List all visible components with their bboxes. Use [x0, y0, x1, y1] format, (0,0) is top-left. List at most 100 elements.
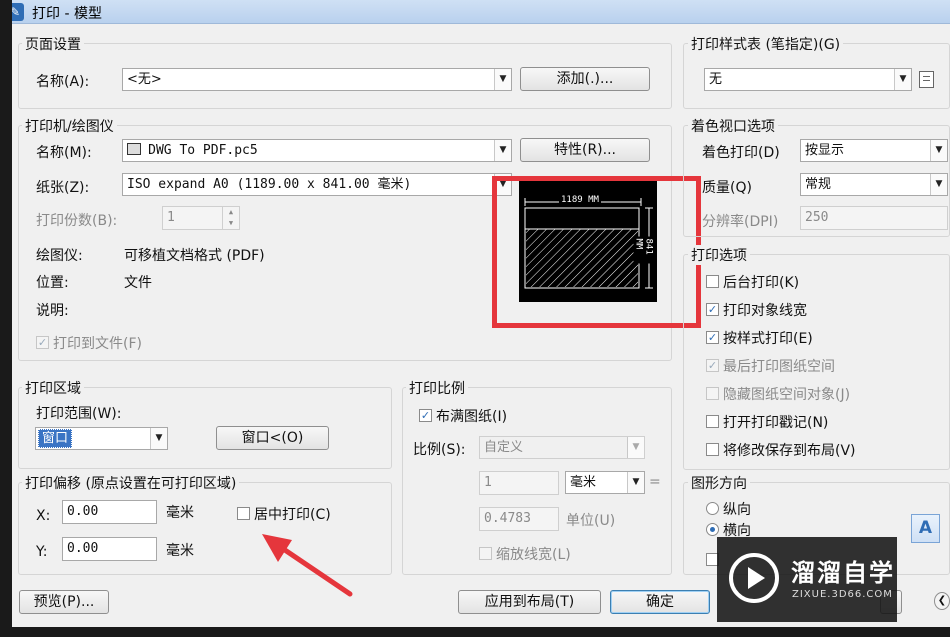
center-plot-checkbox[interactable]: [237, 507, 250, 520]
scale-unit-label: 单位(U): [566, 513, 616, 529]
add-page-setup-button[interactable]: 添加(.)...: [520, 67, 650, 91]
quality-select[interactable]: 常规 ▼: [800, 173, 948, 196]
shade-plot-select[interactable]: 按显示 ▼: [800, 139, 948, 162]
preview-button[interactable]: 预览(P)...: [19, 590, 109, 614]
offset-y-input[interactable]: 0.00: [62, 537, 157, 561]
shaded-viewport-legend: 着色视口选项: [688, 116, 778, 136]
watermark-logo-icon: [729, 553, 779, 603]
scale-unit-select[interactable]: 毫米 ▼: [565, 471, 645, 494]
chevron-down-icon[interactable]: ▼: [494, 69, 511, 90]
dpi-input[interactable]: 250: [800, 206, 948, 230]
plot-paperspace-last-label: 最后打印图纸空间: [723, 359, 835, 375]
edit-style-icon[interactable]: [919, 71, 934, 88]
page-setup-name-label: 名称(A):: [36, 74, 90, 90]
window-select-button[interactable]: 窗口<(O): [216, 426, 329, 450]
page-setup-name-select[interactable]: <无> ▼: [122, 68, 512, 91]
printer-name-select[interactable]: DWG To PDF.pc5 ▼: [122, 139, 512, 162]
chevron-down-icon[interactable]: ▼: [627, 472, 644, 493]
copies-input[interactable]: 1 ▲ ▼: [162, 206, 240, 230]
background-plot-label: 后台打印(K): [723, 275, 800, 291]
portrait-radio[interactable]: [706, 502, 719, 515]
plotter-value: 可移植文档格式 (PDF): [124, 248, 265, 264]
location-label: 位置:: [36, 275, 69, 291]
shade-plot-label: 着色打印(D): [702, 145, 780, 161]
chevron-down-icon[interactable]: ▼: [494, 140, 511, 161]
landscape-radio[interactable]: [706, 523, 719, 536]
ok-button[interactable]: 确定: [610, 590, 710, 614]
fit-to-paper-label: 布满图纸(I): [436, 409, 508, 425]
printer-name-value: DWG To PDF.pc5: [148, 143, 258, 158]
chevron-down-icon[interactable]: ▼: [627, 437, 644, 458]
left-edge: [0, 0, 12, 637]
shade-plot-value: 按显示: [805, 143, 845, 158]
hide-paperspace-objects-label: 隐藏图纸空间对象(J): [723, 387, 851, 403]
print-area-legend: 打印区域: [22, 378, 84, 398]
printer-legend: 打印机/绘图仪: [22, 116, 117, 136]
plot-style-value: 无: [709, 72, 723, 87]
offset-x-input[interactable]: 0.00: [62, 500, 157, 524]
plot-lineweights-label: 打印对象线宽: [723, 303, 807, 319]
save-changes-to-layout-label: 将修改保存到布局(V): [723, 443, 856, 459]
plot-style-legend: 打印样式表 (笔指定)(G): [688, 34, 844, 54]
paper-size-value: ISO expand A0 (1189.00 x 841.00 毫米): [127, 177, 412, 192]
chevron-down-icon[interactable]: ▼: [150, 428, 167, 449]
offset-y-label: Y:: [36, 544, 48, 560]
print-to-file-label: 打印到文件(F): [53, 336, 142, 352]
fit-to-paper-checkbox[interactable]: ✓: [419, 409, 432, 422]
paper-size-select[interactable]: ISO expand A0 (1189.00 x 841.00 毫米) ▼: [122, 173, 512, 196]
scale-lineweights-checkbox[interactable]: [479, 547, 492, 560]
copies-value: 1: [167, 210, 175, 225]
plot-options-legend: 打印选项: [688, 245, 750, 265]
window-title: 打印 - 模型: [32, 6, 102, 22]
scale-value1-input[interactable]: 1: [479, 471, 559, 495]
description-label: 说明:: [36, 303, 69, 319]
page-setup-name-value: <无>: [127, 72, 162, 87]
apply-to-layout-button[interactable]: 应用到布局(T): [458, 590, 601, 614]
plotter-label: 绘图仪:: [36, 248, 83, 264]
print-range-label: 打印范围(W):: [36, 406, 122, 422]
plot-paperspace-last-checkbox[interactable]: ✓: [706, 359, 719, 372]
stepper-icon[interactable]: ▲ ▼: [222, 207, 239, 229]
offset-y-unit: 毫米: [166, 543, 194, 559]
plot-with-styles-checkbox[interactable]: ✓: [706, 331, 719, 344]
printer-properties-button[interactable]: 特性(R)...: [520, 138, 650, 162]
plot-style-select[interactable]: 无 ▼: [704, 68, 912, 91]
offset-x-unit: 毫米: [166, 505, 194, 521]
print-to-file-checkbox[interactable]: ✓: [36, 336, 49, 349]
scale-equals: =: [649, 474, 661, 490]
print-offset-legend: 打印偏移 (原点设置在可打印区域): [22, 473, 240, 493]
paper-label: 纸张(Z):: [36, 180, 90, 196]
chevron-down-icon[interactable]: ▼: [930, 174, 947, 195]
watermark-site: ZIXUE.3D66.COM: [792, 589, 893, 600]
plot-with-styles-label: 按样式打印(E): [723, 331, 813, 347]
hide-paperspace-objects-checkbox[interactable]: [706, 387, 719, 400]
save-changes-to-layout-checkbox[interactable]: [706, 443, 719, 456]
printer-icon: [127, 143, 141, 155]
scale-value: 自定义: [484, 440, 524, 455]
print-range-select[interactable]: 窗口 ▼: [35, 427, 168, 450]
expand-dialog-icon[interactable]: ❮: [934, 592, 950, 610]
plot-lineweights-checkbox[interactable]: ✓: [706, 303, 719, 316]
scale-select[interactable]: 自定义 ▼: [479, 436, 645, 459]
scale-value2-input[interactable]: 0.4783: [479, 507, 559, 531]
quality-label: 质量(Q): [702, 180, 752, 196]
page-setup-legend: 页面设置: [22, 34, 84, 54]
offset-x-label: X:: [36, 508, 51, 524]
portrait-label: 纵向: [723, 502, 751, 518]
watermark: 溜溜自学 ZIXUE.3D66.COM: [717, 537, 897, 622]
annotation-arrow-icon: [262, 534, 353, 597]
watermark-brand: 溜溜自学: [791, 559, 895, 587]
scale-lineweights-label: 缩放线宽(L): [496, 547, 571, 563]
plot-stamp-checkbox[interactable]: [706, 415, 719, 428]
background-plot-checkbox[interactable]: [706, 275, 719, 288]
bottom-edge: [0, 627, 950, 637]
chevron-down-icon[interactable]: ▼: [894, 69, 911, 90]
orientation-icon-letter: A: [918, 518, 933, 538]
dpi-label: 分辨率(DPI): [702, 214, 779, 230]
orientation-legend: 图形方向: [688, 473, 750, 493]
landscape-orientation-icon: A: [911, 514, 940, 543]
scale-label: 比例(S):: [413, 442, 466, 458]
chevron-down-icon[interactable]: ▼: [930, 140, 947, 161]
location-value: 文件: [124, 275, 152, 291]
title-bar: ✎ 打印 - 模型: [0, 0, 950, 24]
